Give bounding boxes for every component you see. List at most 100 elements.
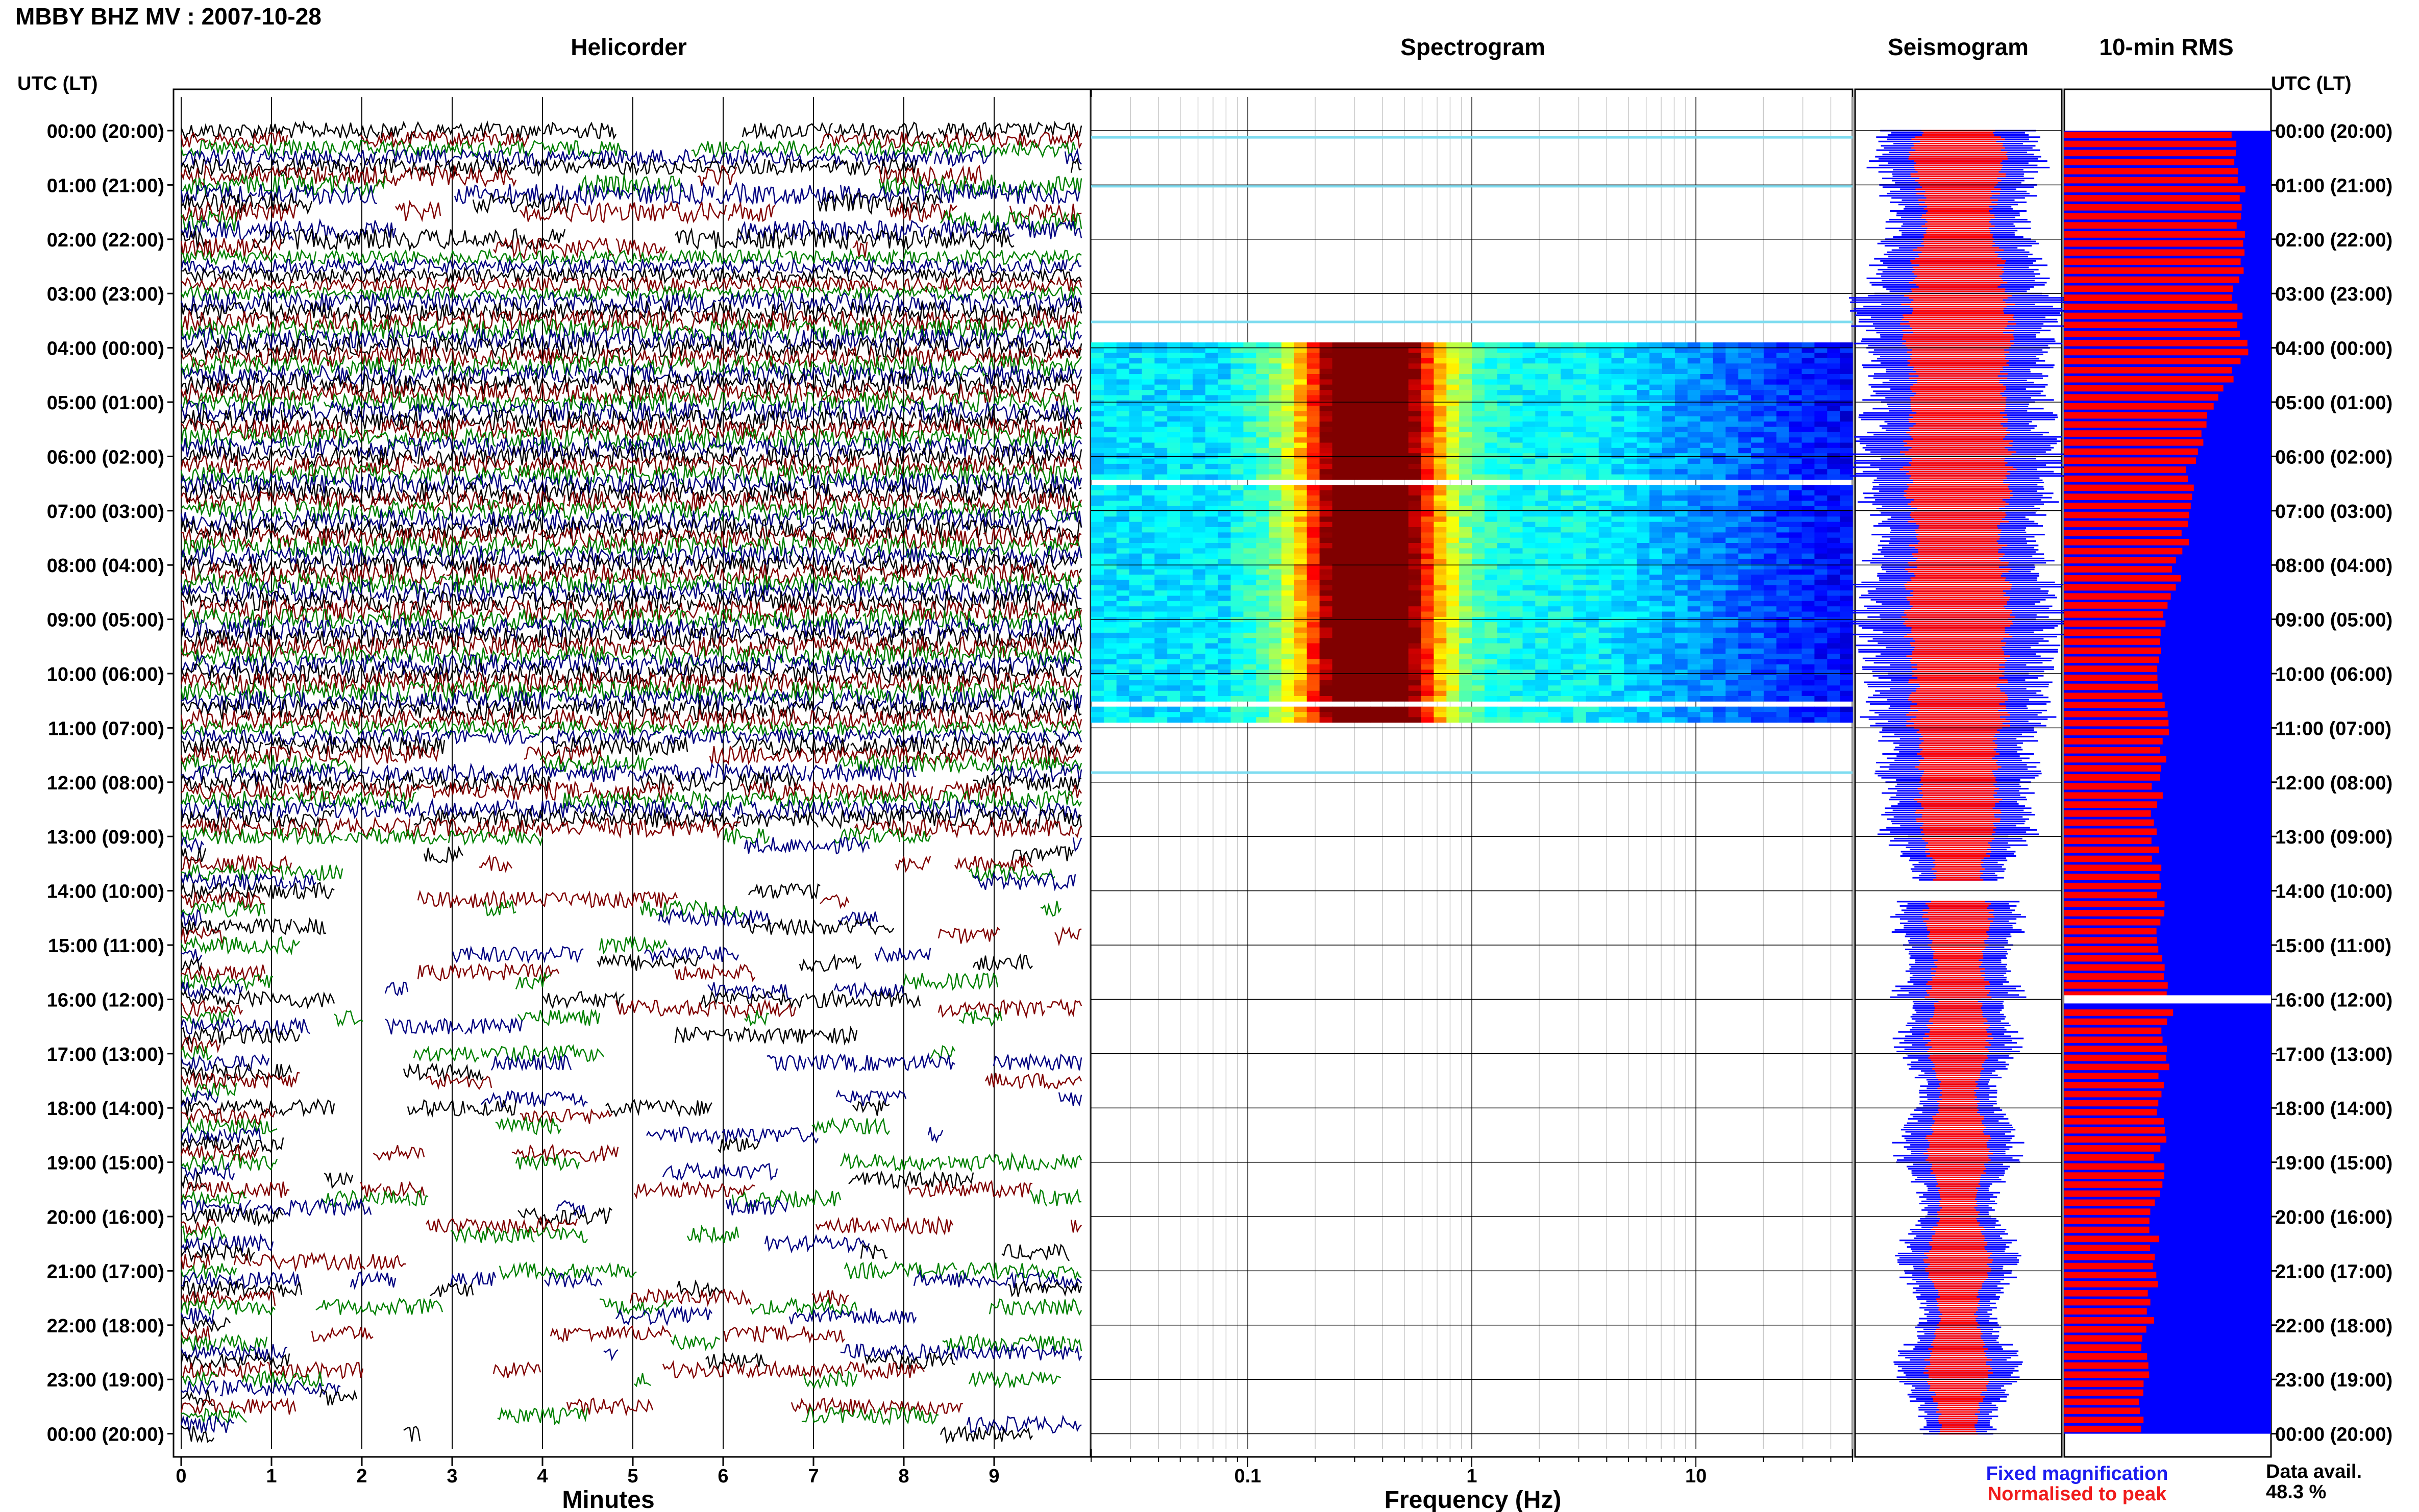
spectrogram-cell [1218, 363, 1231, 369]
spectrogram-cell [1370, 559, 1384, 564]
spectrogram-cell [1281, 469, 1295, 475]
spectrogram-cell [1230, 495, 1244, 501]
spectrogram-cell [1319, 670, 1333, 676]
spectrogram-cell [1510, 374, 1523, 380]
spectrogram-cell [1167, 485, 1180, 491]
spectrogram-cell [1142, 474, 1155, 480]
spectrogram-cell [1763, 474, 1777, 480]
spectrogram-cell [1738, 474, 1751, 480]
spectrogram-cell [1814, 416, 1828, 422]
spectrogram-cell [1319, 712, 1333, 717]
spectrogram-cell [1180, 632, 1193, 638]
minutes-tick-label: 0 [176, 1466, 186, 1487]
spectrogram-cell [1446, 696, 1460, 702]
spectrogram-cell [1484, 474, 1498, 480]
spectrogram-cell [1154, 590, 1168, 596]
spectrogram-cell [1446, 606, 1460, 612]
spectrogram-cell [1357, 432, 1371, 438]
spectrogram-cell [1548, 469, 1561, 475]
spectrogram-cell [1776, 596, 1790, 602]
spectrogram-cell [1586, 543, 1599, 549]
spectrogram-cell [1370, 648, 1384, 654]
spectrogram-cell [1776, 622, 1790, 628]
spectrogram-cell [1548, 400, 1561, 406]
spectrogram-cell [1637, 632, 1650, 638]
spectrogram-cell [1738, 406, 1751, 411]
helicorder-trace [180, 345, 1082, 369]
spectrogram-cell [1497, 390, 1511, 395]
spectrogram-cell [1484, 342, 1498, 348]
spectrogram-cell [1154, 596, 1168, 602]
spectrogram-cell [1472, 390, 1485, 395]
spectrogram-cell [1395, 717, 1409, 723]
spectrogram-cell [1687, 569, 1701, 575]
spectrogram-cell [1142, 685, 1155, 691]
spectrogram-cell [1801, 501, 1815, 507]
spectrogram-cell [1674, 411, 1688, 417]
spectrogram-cell [1357, 590, 1371, 596]
spectrogram-cell [1370, 384, 1384, 390]
spectrogram-cell [1763, 575, 1777, 580]
spectrogram-cell [1256, 453, 1269, 459]
spectrogram-cell [1751, 374, 1764, 380]
spectrogram-cell [1801, 596, 1815, 602]
spectrogram-cell [1434, 569, 1447, 575]
spectrogram-cell [1840, 675, 1853, 681]
spectrogram-cell [1192, 622, 1206, 628]
spectrogram-cell [1129, 384, 1143, 390]
spectrogram-cell [1370, 601, 1384, 607]
spectrogram-cell [1370, 390, 1384, 395]
spectrogram-cell [1522, 622, 1536, 628]
spectrogram-cell [1408, 675, 1422, 681]
spectrogram-cell [1230, 601, 1244, 607]
spectrogram-cell [1573, 516, 1587, 523]
spectrogram-cell [1459, 416, 1472, 422]
spectrogram-cell [1637, 659, 1650, 665]
spectrogram-cell [1256, 348, 1269, 354]
spectrogram-cell [1776, 522, 1790, 528]
spectrogram-cell [1154, 501, 1168, 507]
spectrogram-cell [1459, 368, 1472, 375]
spectrogram-cell [1192, 516, 1206, 523]
spectrogram-cell [1180, 411, 1193, 417]
spectrogram-cell [1281, 654, 1295, 660]
spectrogram-cell [1294, 384, 1307, 390]
spectrogram-cell [1827, 448, 1840, 454]
spectrogram-cell [1167, 453, 1180, 459]
spectrogram-cell [1167, 648, 1180, 654]
spectrogram-cell [1573, 400, 1587, 406]
spectrogram-cell [1319, 580, 1333, 586]
spectrogram-cell [1713, 706, 1726, 712]
spectrogram-cell [1548, 363, 1561, 369]
spectrogram-cell [1230, 553, 1244, 559]
spectrogram-cell [1611, 422, 1624, 427]
spectrogram-cell [1662, 643, 1675, 649]
spectrogram-cell [1446, 596, 1460, 602]
spectrogram-cell [1116, 622, 1130, 628]
spectrogram-cell [1306, 638, 1320, 643]
spectrogram-cell [1801, 580, 1815, 586]
spectrogram-cell [1725, 548, 1739, 554]
spectrogram-cell [1649, 622, 1663, 628]
spectrogram-cell [1116, 411, 1130, 417]
spectrogram-cell [1472, 622, 1485, 628]
spectrogram-cell [1306, 659, 1320, 665]
spectrogram-cell [1383, 685, 1396, 691]
spectrogram-cell [1840, 627, 1853, 633]
spectrogram-cell [1649, 585, 1663, 591]
spectrogram-cell [1611, 406, 1624, 411]
spectrogram-cell [1129, 643, 1143, 649]
spectrogram-cell [1294, 406, 1307, 411]
spectrogram-cell [1129, 501, 1143, 507]
spectrogram-cell [1840, 384, 1853, 390]
spectrogram-cell [1180, 606, 1193, 612]
spectrogram-cell [1205, 670, 1219, 676]
spectrogram-cell [1383, 348, 1396, 354]
spectrogram-cell [1243, 622, 1256, 628]
spectrogram-cell [1370, 400, 1384, 406]
spectrogram-cell [1484, 696, 1498, 702]
spectrogram-cell [1332, 469, 1345, 475]
spectrogram-cell [1573, 358, 1587, 364]
spectrogram-cell [1091, 485, 1104, 491]
spectrogram-cell [1281, 611, 1295, 617]
